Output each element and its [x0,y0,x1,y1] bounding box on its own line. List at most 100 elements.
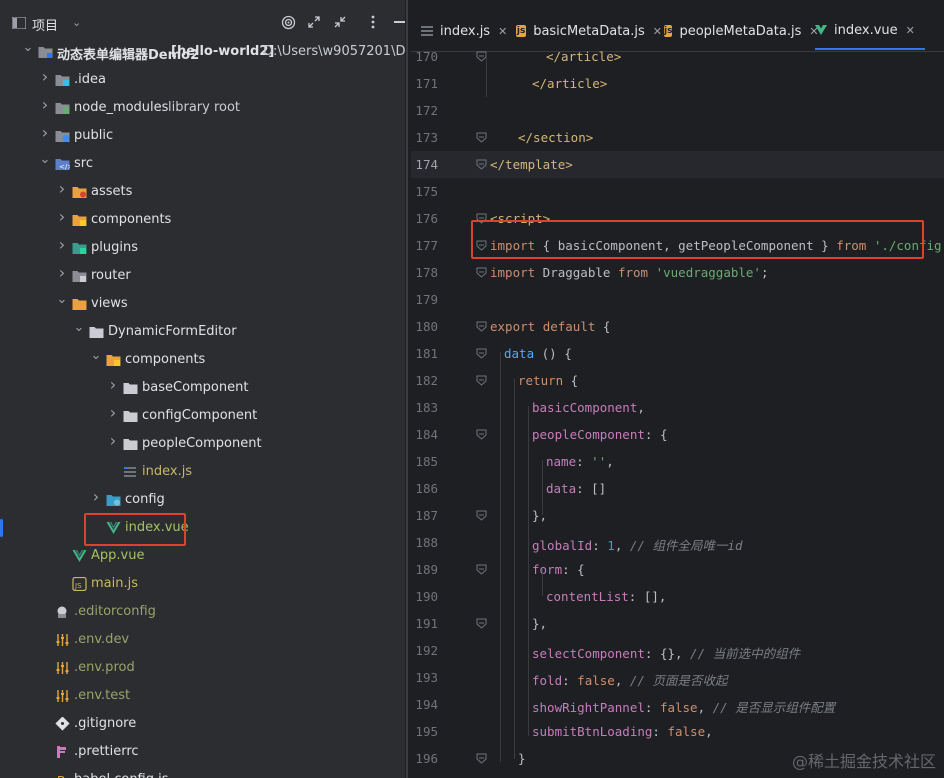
close-icon[interactable]: ✕ [653,25,662,38]
code-line[interactable]: 181 data () { [411,340,944,367]
select-opened-file-icon[interactable] [278,12,298,32]
chevron-right-icon[interactable]: › [56,181,68,197]
fold-marker-icon[interactable] [476,428,487,440]
tree-row[interactable]: index.js [0,458,405,486]
fold-marker-icon[interactable] [476,320,487,332]
code-line[interactable]: 192 selectComponent: {}, // 当前选中的组件 [411,637,944,664]
tree-item-label: .prettierrc [74,744,139,759]
code-line[interactable]: 184 peopleComponent: { [411,421,944,448]
close-icon[interactable]: ✕ [906,24,915,37]
tree-row[interactable]: .prettierrc [0,738,405,766]
chevron-right-icon[interactable]: › [39,69,51,85]
tree-row[interactable]: › assets [0,178,405,206]
tree-row[interactable]: › config [0,486,405,514]
tree-row[interactable]: › components [0,206,405,234]
chevron-down-icon[interactable]: ⌄ [90,349,102,362]
code-line[interactable]: 178 import Draggable from 'vuedraggable'; [411,259,944,286]
tree-row[interactable]: .env.dev [0,626,405,654]
tree-row[interactable]: › router [0,262,405,290]
chevron-down-icon[interactable]: ⌄ [73,321,85,334]
tree-row[interactable]: JS main.js [0,570,405,598]
js-file-icon: JS [72,576,87,592]
chevron-right-icon[interactable]: › [39,125,51,141]
tree-row[interactable]: Bbabel.config.js [0,766,405,778]
fold-marker-icon[interactable] [476,131,487,143]
chevron-right-icon[interactable]: › [107,405,119,421]
chevron-down-icon[interactable]: ⌄ [56,293,68,306]
line-number: 185 [415,454,438,469]
code-line[interactable]: 189 form: { [411,556,944,583]
tree-row[interactable]: ⌄ </> src [0,150,405,178]
code-line[interactable]: 195 submitBtnLoading: false, [411,718,944,745]
code-line[interactable]: 177 import { basicComponent, getPeopleCom… [411,232,944,259]
code-line[interactable]: 170 </article> [411,43,944,70]
code-line[interactable]: 180 export default { [411,313,944,340]
chevron-down-icon[interactable]: ⌄ [72,16,81,29]
tree-row[interactable]: .env.test [0,682,405,710]
chevron-right-icon[interactable]: › [90,489,102,505]
code-line[interactable]: 176 <script> [411,205,944,232]
code-line[interactable]: 179 [411,286,944,313]
tree-row[interactable]: App.vue [0,542,405,570]
fold-marker-icon[interactable] [476,617,487,629]
tree-row[interactable]: › node_modules library root [0,94,405,122]
code-line[interactable]: 197}, [411,772,944,778]
code-line[interactable]: 174 </template> [411,151,944,178]
tree-row[interactable]: › configComponent [0,402,405,430]
code-line[interactable]: 186 data: [] [411,475,944,502]
more-options-icon[interactable] [363,12,383,32]
code-line[interactable]: 182 return { [411,367,944,394]
fold-marker-icon[interactable] [476,347,487,359]
tree-row[interactable]: ⌄ views [0,290,405,318]
code-line[interactable]: 172 [411,97,944,124]
code-line[interactable]: 185 name: '', [411,448,944,475]
tree-row[interactable]: › plugins [0,234,405,262]
code-line[interactable]: 187}, [411,502,944,529]
expand-all-icon[interactable] [304,12,324,32]
collapse-all-icon[interactable] [330,12,350,32]
tree-row[interactable]: ⌄ DynamicFormEditor [0,318,405,346]
fold-marker-icon[interactable] [476,239,487,251]
code-line[interactable]: 175 [411,178,944,205]
fold-marker-icon[interactable] [476,563,487,575]
chevron-right-icon[interactable]: › [107,377,119,393]
close-icon[interactable]: ✕ [498,25,507,38]
fold-marker-icon[interactable] [476,158,487,170]
code-line[interactable]: 171 </article> [411,70,944,97]
code-line[interactable]: 191}, [411,610,944,637]
tree-row[interactable]: ⌄ 动态表单编辑器Demo2 [hello-world2] D:\Users\w905… [0,38,405,66]
tree-row[interactable]: › baseComponent [0,374,405,402]
chevron-down-icon[interactable]: ⌄ [39,153,51,166]
line-number: 193 [415,670,438,685]
tree-row[interactable]: › public [0,122,405,150]
fold-marker-icon[interactable] [476,374,487,386]
chevron-right-icon[interactable]: › [56,237,68,253]
hide-panel-icon[interactable] [390,12,405,32]
code-area[interactable]: 170 </article> 171 </article> 172 173 </sectio… [411,49,944,778]
tree-row[interactable]: › .idea [0,66,405,94]
fold-marker-icon[interactable] [476,266,487,278]
code-line[interactable]: 193 fold: false, // 页面是否收起 [411,664,944,691]
tree-row[interactable]: index.vue [0,514,405,542]
tree-row[interactable]: › peopleComponent [0,430,405,458]
code-line[interactable]: 194 showRightPannel: false, // 是否显示组件配置 [411,691,944,718]
chevron-right-icon[interactable]: › [39,97,51,113]
chevron-down-icon[interactable]: ⌄ [22,41,34,54]
project-title[interactable]: 项目 [32,15,58,34]
chevron-right-icon[interactable]: › [56,265,68,281]
tree-row[interactable]: .env.prod [0,654,405,682]
fold-marker-icon[interactable] [476,212,487,224]
tree-row[interactable]: .editorconfig [0,598,405,626]
chevron-right-icon[interactable]: › [107,433,119,449]
code-line[interactable]: 188 globalId: 1, // 组件全局唯一id [411,529,944,556]
code-line[interactable]: 173 </section> [411,124,944,151]
tree-row[interactable]: ⌄ components [0,346,405,374]
code-line[interactable]: 190 contentList: [], [411,583,944,610]
tree-item-label: plugins [91,240,138,255]
fold-marker-icon[interactable] [476,509,487,521]
tree-row[interactable]: .gitignore [0,710,405,738]
tree-item-label: DynamicFormEditor [108,324,237,339]
code-line[interactable]: 183 basicComponent, [411,394,944,421]
fold-marker-icon[interactable] [476,752,487,764]
chevron-right-icon[interactable]: › [56,209,68,225]
